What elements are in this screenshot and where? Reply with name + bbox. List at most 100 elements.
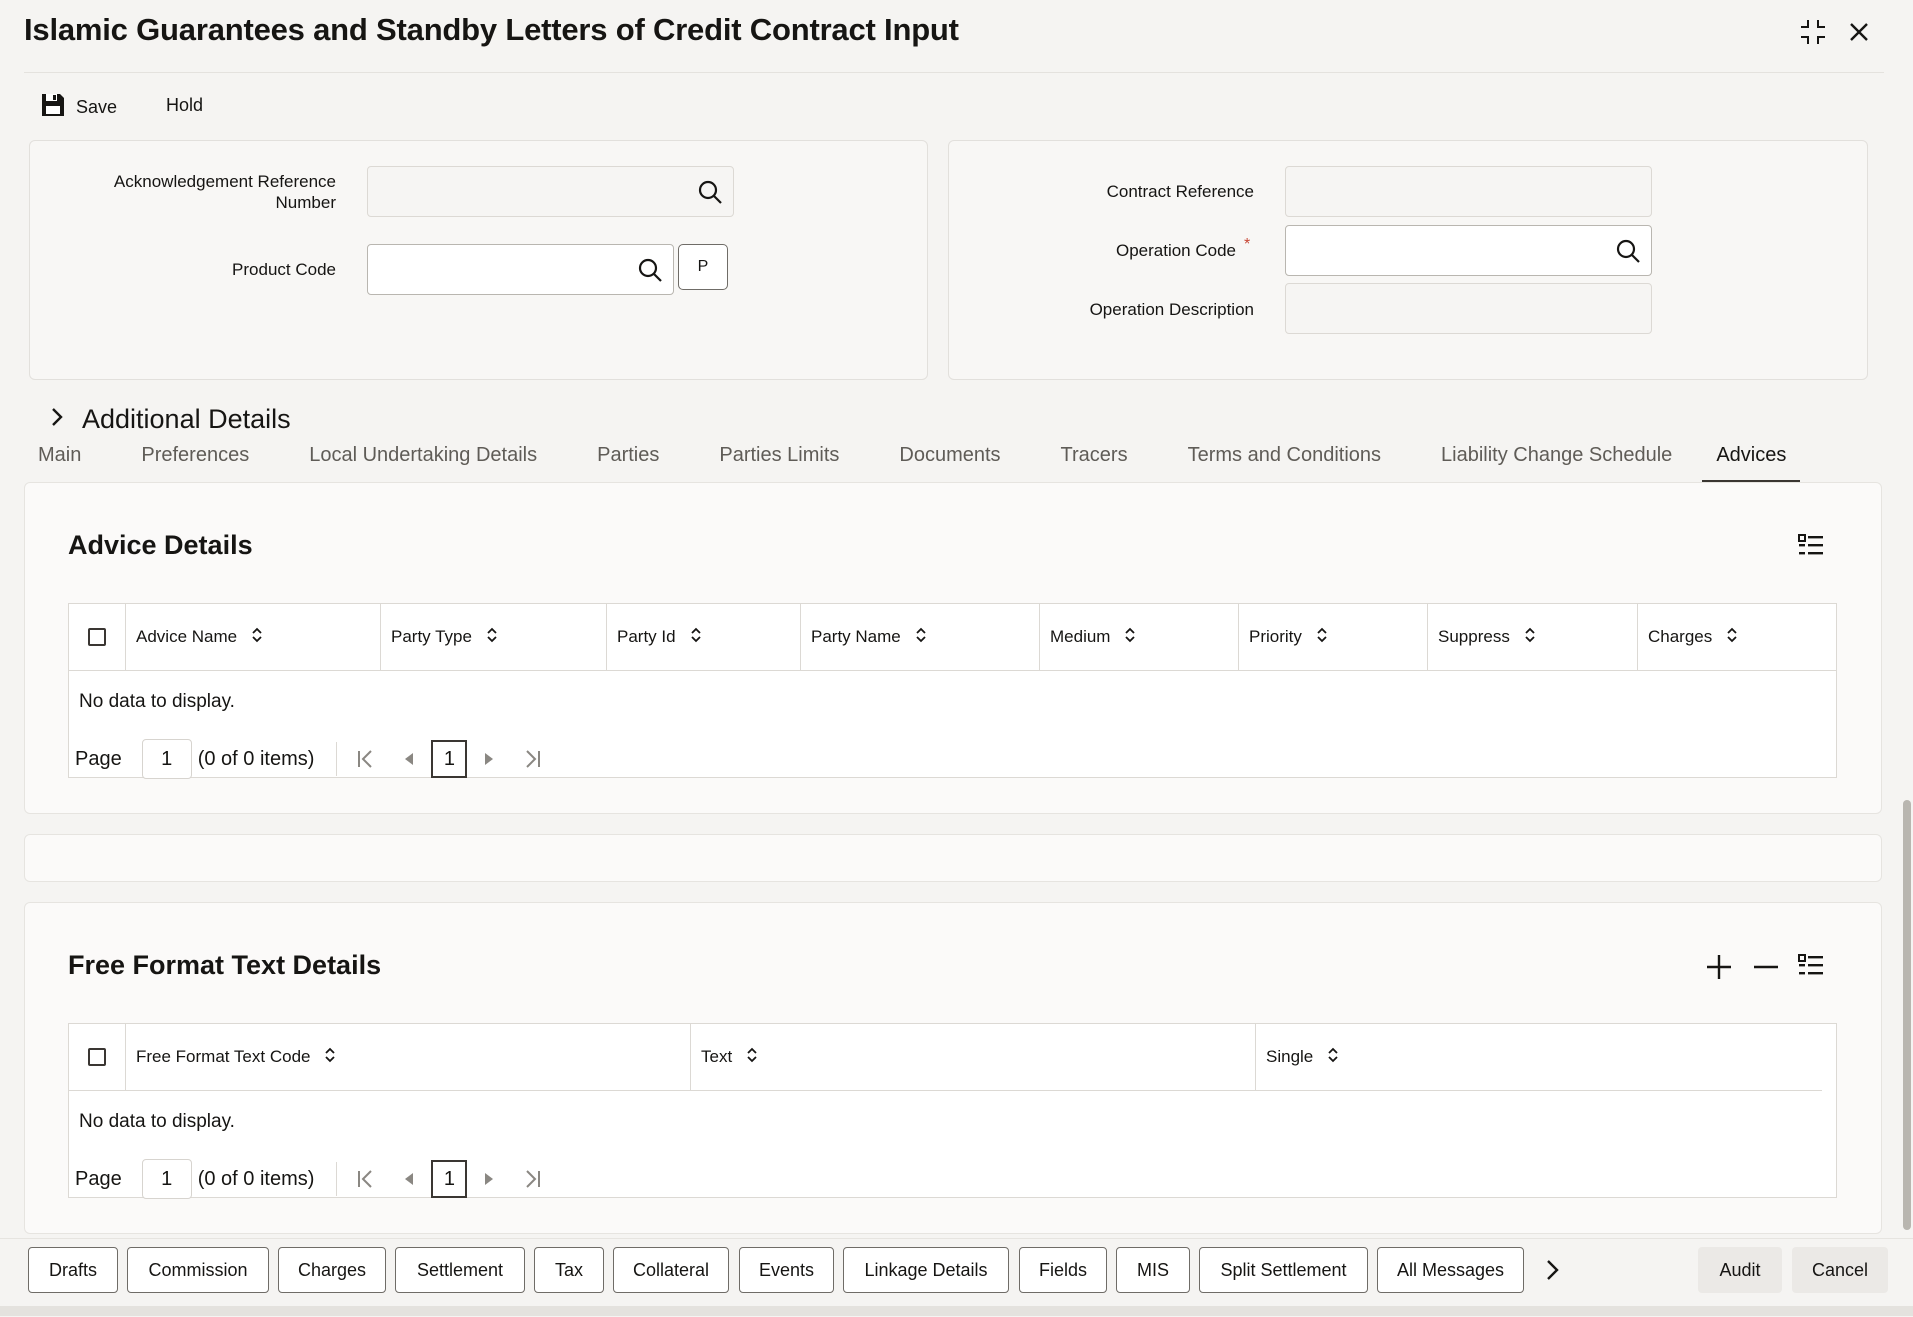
page-title: Islamic Guarantees and Standby Letters o…: [24, 12, 959, 47]
contract-ref-input[interactable]: [1285, 166, 1652, 217]
last-page-icon[interactable]: [511, 749, 555, 769]
col-medium[interactable]: Medium: [1040, 604, 1239, 670]
advice-details-title: Advice Details: [68, 530, 253, 560]
settlement-button[interactable]: Settlement: [395, 1247, 525, 1293]
column-settings-icon[interactable]: [1797, 952, 1825, 985]
free-format-grid: Free Format Text Code Text Single No dat…: [68, 1023, 1837, 1199]
grid-header: Free Format Text Code Text Single: [69, 1024, 1822, 1091]
search-icon[interactable]: [1613, 236, 1643, 266]
sort-icon[interactable]: [1726, 627, 1738, 648]
col-single[interactable]: Single: [1256, 1024, 1822, 1090]
first-page-icon[interactable]: [343, 1169, 387, 1189]
product-p-button[interactable]: P: [678, 244, 728, 290]
linkage-details-button[interactable]: Linkage Details: [843, 1247, 1009, 1293]
col-suppress[interactable]: Suppress: [1428, 604, 1638, 670]
sort-icon[interactable]: [1524, 627, 1536, 648]
sort-icon[interactable]: [1316, 627, 1328, 648]
search-icon[interactable]: [695, 177, 725, 207]
select-all-cell: [69, 1024, 126, 1090]
prev-page-icon[interactable]: [387, 752, 431, 766]
empty-message: No data to display.: [79, 691, 235, 712]
current-page[interactable]: 1: [431, 1160, 468, 1198]
select-all-checkbox[interactable]: [88, 628, 106, 646]
product-code-input[interactable]: [367, 244, 674, 295]
commission-button[interactable]: Commission: [127, 1247, 269, 1293]
col-label: Party Id: [617, 627, 676, 646]
col-charges[interactable]: Charges: [1638, 604, 1836, 670]
col-advice-name[interactable]: Advice Name: [126, 604, 381, 670]
tab-terms-and-conditions[interactable]: Terms and Conditions: [1158, 438, 1411, 484]
tab-parties-limits[interactable]: Parties Limits: [689, 438, 869, 484]
tab-documents[interactable]: Documents: [869, 438, 1030, 484]
page-input[interactable]: 1: [141, 739, 192, 779]
hold-button[interactable]: Hold: [166, 95, 203, 116]
ack-ref-input[interactable]: [367, 166, 734, 217]
fields-button[interactable]: Fields: [1019, 1247, 1107, 1293]
advice-details-grid: Advice Name Party Type Party Id Party Na…: [68, 603, 1837, 779]
col-party-type[interactable]: Party Type: [381, 604, 607, 670]
select-all-checkbox[interactable]: [88, 1048, 106, 1066]
mis-button[interactable]: MIS: [1116, 1247, 1190, 1293]
col-priority[interactable]: Priority: [1239, 604, 1428, 670]
tab-bar: Main Preferences Local Undertaking Detai…: [38, 438, 1801, 484]
col-free-format-text-code[interactable]: Free Format Text Code: [126, 1024, 691, 1090]
remove-row-icon[interactable]: [1752, 953, 1780, 986]
vertical-scrollbar[interactable]: [1903, 800, 1911, 1230]
tab-local-undertaking-details[interactable]: Local Undertaking Details: [279, 438, 567, 484]
sort-icon[interactable]: [915, 627, 927, 648]
col-text[interactable]: Text: [691, 1024, 1256, 1090]
sort-icon[interactable]: [1124, 627, 1136, 648]
ack-ref-label: Acknowledgement Reference Number: [113, 172, 336, 212]
drafts-button[interactable]: Drafts: [28, 1247, 118, 1293]
tab-main[interactable]: Main: [38, 438, 111, 484]
additional-details-toggle[interactable]: Additional Details: [50, 404, 291, 435]
pagination: Page 1 (0 of 0 items) 1: [69, 1149, 1836, 1209]
empty-message: No data to display.: [79, 1111, 235, 1132]
tab-parties[interactable]: Parties: [567, 438, 689, 484]
bottom-strip: [0, 1306, 1913, 1316]
sort-icon[interactable]: [1327, 1047, 1339, 1068]
chevron-right-icon[interactable]: [1544, 1259, 1560, 1286]
minimize-icon[interactable]: [1797, 16, 1829, 48]
add-row-icon[interactable]: [1705, 953, 1733, 986]
column-settings-icon[interactable]: [1797, 532, 1825, 565]
next-page-icon[interactable]: [467, 1172, 511, 1186]
page-input[interactable]: 1: [141, 1159, 192, 1199]
col-party-name[interactable]: Party Name: [801, 604, 1040, 670]
free-format-title: Free Format Text Details: [68, 950, 382, 980]
tab-preferences[interactable]: Preferences: [111, 438, 279, 484]
page-label: Page: [75, 1167, 122, 1190]
sort-icon[interactable]: [690, 627, 702, 648]
current-page[interactable]: 1: [431, 740, 468, 778]
additional-details-label: Additional Details: [82, 404, 291, 434]
tab-advices[interactable]: Advices: [1702, 438, 1801, 484]
sort-icon[interactable]: [746, 1047, 758, 1068]
prev-page-icon[interactable]: [387, 1172, 431, 1186]
operation-code-input[interactable]: [1285, 225, 1652, 276]
sort-icon[interactable]: [251, 627, 263, 648]
next-page-icon[interactable]: [467, 752, 511, 766]
save-button[interactable]: Save: [40, 92, 117, 123]
col-label: Medium: [1050, 627, 1111, 646]
audit-button[interactable]: Audit: [1698, 1247, 1782, 1293]
tax-button[interactable]: Tax: [534, 1247, 604, 1293]
collateral-button[interactable]: Collateral: [613, 1247, 729, 1293]
col-party-id[interactable]: Party Id: [607, 604, 801, 670]
sort-icon[interactable]: [486, 627, 498, 648]
split-settlement-button[interactable]: Split Settlement: [1199, 1247, 1368, 1293]
cancel-button[interactable]: Cancel: [1792, 1247, 1888, 1293]
search-icon[interactable]: [635, 255, 665, 285]
events-button[interactable]: Events: [739, 1247, 834, 1293]
operation-desc-input[interactable]: [1285, 283, 1652, 334]
all-messages-button[interactable]: All Messages: [1377, 1247, 1524, 1293]
tab-liability-change-schedule[interactable]: Liability Change Schedule: [1411, 438, 1702, 484]
first-page-icon[interactable]: [343, 749, 387, 769]
sort-icon[interactable]: [324, 1047, 336, 1068]
charges-button[interactable]: Charges: [278, 1247, 386, 1293]
save-label: Save: [76, 97, 118, 117]
close-icon[interactable]: [1843, 16, 1875, 48]
col-label: Advice Name: [136, 627, 238, 646]
title-divider: [24, 72, 1884, 73]
tab-tracers[interactable]: Tracers: [1031, 438, 1158, 484]
last-page-icon[interactable]: [511, 1169, 555, 1189]
